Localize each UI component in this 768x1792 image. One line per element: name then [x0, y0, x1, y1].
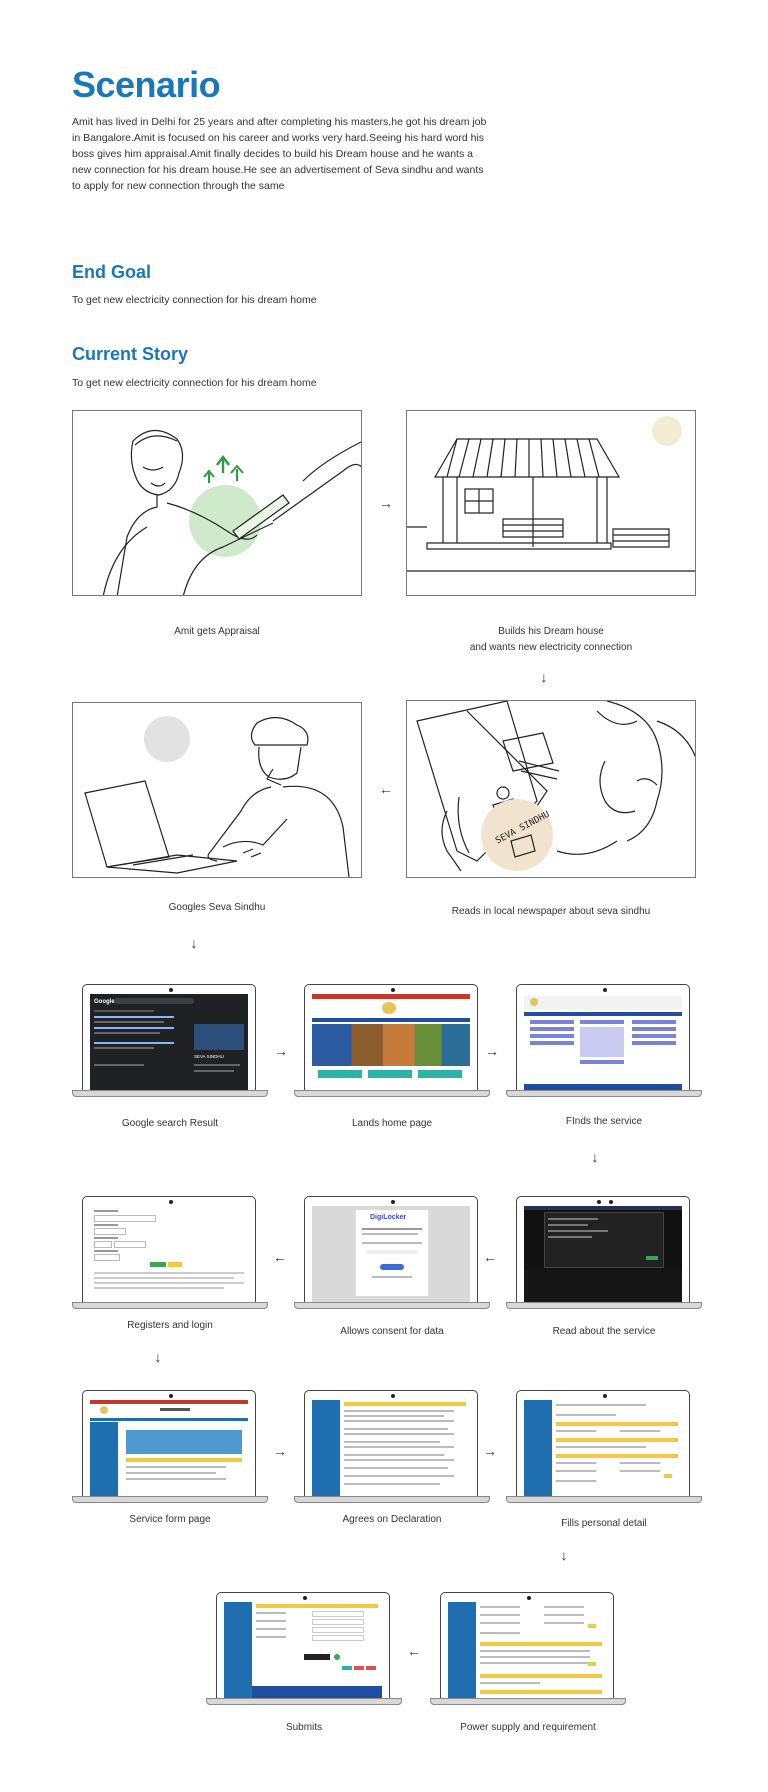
power-supply-caption: Power supply and requirement [460, 1722, 596, 1733]
newspaper-caption: Reads in local newspaper about seva sind… [451, 906, 651, 917]
laptop-google-search: Google SEVA SINDHU [72, 984, 268, 1102]
google-search-caption: Google search Result [121, 1118, 219, 1129]
submits-caption: Submits [285, 1722, 323, 1733]
dream-house-caption-line2: and wants new electricity connection [469, 642, 633, 653]
flow-arrow-right: → [483, 1443, 497, 1459]
laptop-finds-service [506, 984, 702, 1102]
laptop-declaration [294, 1390, 490, 1508]
flow-arrow-left: ← [379, 781, 393, 797]
fills-personal-caption: Fills personal detail [561, 1518, 647, 1529]
end-goal-text: To get new electricity connection for hi… [72, 294, 317, 306]
appraisal-caption: Amit gets Appraisal [174, 626, 260, 637]
dream-house-illustration [406, 410, 696, 596]
flow-arrow-down: ↓ [154, 1349, 162, 1365]
flow-arrow-left: ← [407, 1643, 421, 1659]
google-logo: Google [94, 999, 115, 1005]
flow-arrow-down: ↓ [591, 1149, 599, 1165]
googles-illustration [72, 702, 362, 878]
laptop-power-supply [430, 1592, 626, 1710]
finds-service-caption: FInds the service [565, 1116, 643, 1127]
laptop-consent: DigiLocker [294, 1196, 490, 1314]
laptop-read-service [506, 1196, 702, 1314]
googles-caption: Googles Seva Sindhu [168, 902, 266, 913]
agrees-declaration-caption: Agrees on Declaration [342, 1514, 442, 1525]
flow-arrow-right: → [485, 1043, 499, 1059]
read-service-caption: Read about the service [552, 1326, 656, 1337]
laptop-service-form [72, 1390, 268, 1508]
flow-arrow-right: → [274, 1043, 288, 1059]
flow-arrow-down: ↓ [190, 935, 198, 951]
digilocker-logo: DigiLocker [370, 1214, 407, 1221]
flow-arrow-left: ← [273, 1249, 287, 1265]
flow-arrow-down: ↓ [560, 1547, 568, 1563]
flow-arrow-left: ← [483, 1249, 497, 1265]
registers-login-caption: Registers and login [127, 1320, 213, 1331]
flow-arrow-right: → [379, 495, 393, 511]
dream-house-caption-line1: Builds his Dream house [498, 626, 604, 637]
flow-arrow-down: ↓ [540, 669, 548, 685]
allows-consent-caption: Allows consent for data [340, 1326, 444, 1337]
laptop-submits [206, 1592, 402, 1710]
flow-arrow-right: → [273, 1443, 287, 1459]
scenario-paragraph: Amit has lived in Delhi for 25 years and… [72, 116, 487, 192]
laptop-register-login [72, 1196, 268, 1314]
newspaper-illustration: SEVA SINDHU [406, 700, 696, 878]
lands-home-caption: Lands home page [351, 1118, 433, 1129]
seva-sindhu-label: SEVA SINDHU [194, 1054, 224, 1059]
current-story-title: Current Story [72, 344, 189, 364]
laptop-home-page [294, 984, 490, 1102]
laptop-personal-detail [506, 1390, 702, 1508]
service-form-caption: Service form page [129, 1514, 211, 1525]
appraisal-illustration [72, 410, 362, 596]
end-goal-title: End Goal [72, 262, 152, 282]
current-story-text: To get new electricity connection for hi… [72, 377, 317, 389]
scenario-title: Scenario [72, 64, 221, 105]
